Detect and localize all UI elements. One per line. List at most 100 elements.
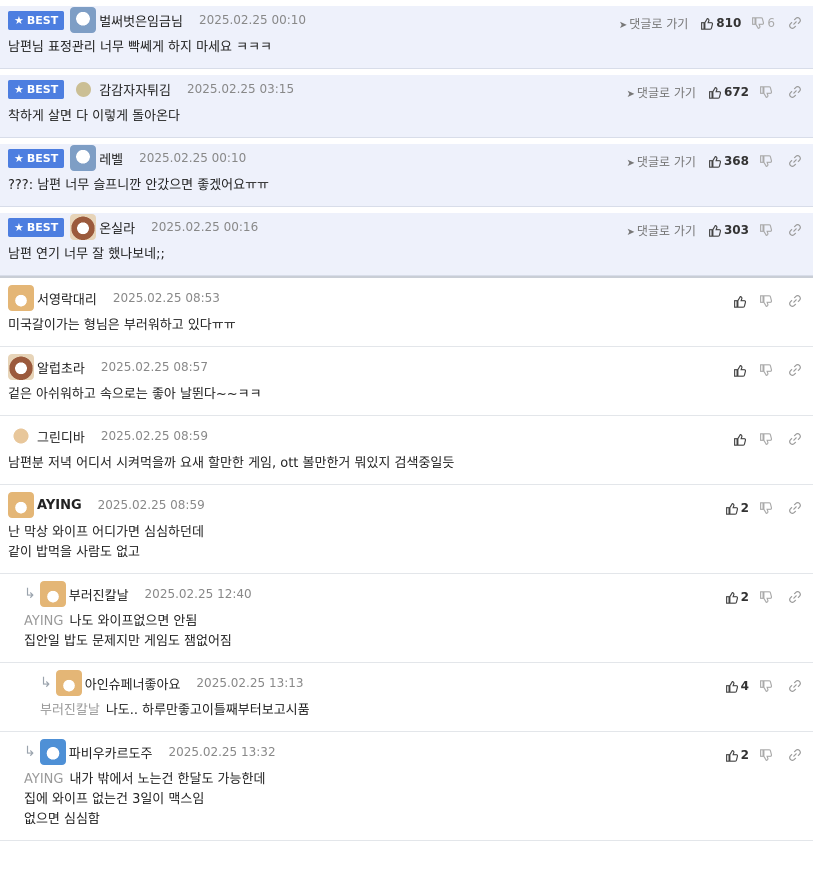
best-badge: ★ BEST [8,217,65,237]
avatar-fox-icon[interactable] [39,581,66,607]
like-count: 303 [723,223,749,237]
like-button[interactable] [733,364,749,377]
comment-line: 같이 밥먹을 사람도 없고 [8,543,801,563]
comment-text: 나도 와이프없으면 안됨 [69,614,198,629]
like-button[interactable]: 2 [725,748,749,762]
comment-text: 같이 밥먹을 사람도 없고 [8,545,140,560]
dislike-button[interactable] [759,294,775,308]
comment-line: 남편 연기 너무 잘 했나보네;; [8,245,801,265]
goto-comment-link[interactable]: ➤ 댓글로 가기 [627,222,696,239]
dislike-button[interactable] [759,748,775,762]
comment-date: 2025.02.25 08:59 [100,429,208,443]
comment-text: 남편분 저녁 어디서 시켜먹을까 요새 할만한 게임, ott 볼만한거 뭐있지… [8,456,455,471]
link-icon[interactable] [789,591,801,603]
comment-header: ↳ ★BEST 아인슈페너좋아요 2025.02.25 13:13 [40,669,801,697]
dislike-button[interactable] [759,590,775,604]
avatar-dot-icon[interactable] [70,76,96,102]
link-icon[interactable] [789,680,801,692]
avatar-fox-icon[interactable] [8,285,34,311]
comment-actions: ➤댓글로 가기 [733,361,801,379]
comment-text: 난 막상 와이프 어디가면 심심하던데 [8,525,204,540]
star-icon: ★ [14,13,24,27]
link-icon[interactable] [789,224,801,236]
best-badge: ★ BEST [8,148,65,168]
like-count: 2 [740,590,749,604]
avatar-dog-icon[interactable] [8,354,34,380]
comment-actions: ➤ 댓글로 가기 368 [627,152,801,170]
nickname[interactable]: 아인슈페너좋아요 [85,674,181,693]
comment-text: 미국갈이가는 형님은 부러워하고 있다ㅠㅠ [8,318,236,333]
like-button[interactable] [733,295,749,308]
comment-body: ???: 남편 너무 슬프니깐 안갔으면 좋겠어요ㅠㅠ [8,172,801,206]
link-icon[interactable] [789,749,801,761]
like-button[interactable]: 2 [725,590,749,604]
send-arrow-icon: ➤ [618,19,628,31]
comment-item: ↳ ★BEST 레벨 2025.02.25 00:10 ➤댓글로 가기 368 … [0,144,813,207]
dislike-button[interactable] [759,363,775,377]
reply-target[interactable]: AYING [24,772,63,787]
dislike-button[interactable] [759,85,775,99]
comment-header: ↳ ★BEST 파비우카르도주 2025.02.25 13:32 [24,738,801,766]
nickname[interactable]: 부러진칼날 [69,585,129,604]
reply-target[interactable]: AYING [24,614,63,629]
comment-item: ↳ ★BEST 서영락대리 2025.02.25 08:53 ➤댓글로 가기 미… [0,284,813,347]
like-button[interactable]: 810 [700,16,741,30]
dislike-button[interactable] [759,154,775,168]
thumb-up-icon [725,680,738,693]
dislike-button[interactable] [759,679,775,693]
avatar-bear-icon[interactable] [70,145,97,171]
nickname[interactable]: 레벨 [99,149,123,168]
link-icon[interactable] [789,17,801,29]
nickname[interactable]: 서영락대리 [37,289,97,308]
link-icon[interactable] [789,295,801,307]
dislike-button[interactable]: 6 [751,16,775,30]
comment-date: 2025.02.25 00:16 [151,220,259,234]
like-count: 2 [740,501,749,515]
nickname[interactable]: AYING [37,498,82,513]
avatar-dog-icon[interactable] [70,214,97,240]
comment-body: AYING 내가 밖에서 노는건 한달도 가능한데 집에 와이프 없는건 3일이 맥… [24,766,801,840]
avatar-fox-icon[interactable] [8,492,34,518]
link-icon[interactable] [789,364,801,376]
nickname[interactable]: 벌써벗은임금님 [99,11,183,30]
link-icon[interactable] [789,155,801,167]
comment-date: 2025.02.25 00:10 [198,13,307,27]
thumb-up-icon [725,591,738,604]
like-button[interactable] [733,433,749,446]
nickname[interactable]: 감감자자튀김 [99,80,171,99]
like-button[interactable]: 672 [708,85,749,99]
comment-text: 나도.. 하루만좋고이틀째부터보고시품 [105,703,310,718]
send-arrow-icon: ➤ [626,157,635,169]
thumb-up-icon [734,433,746,446]
link-icon[interactable] [789,502,801,514]
comment-item: ↳ ★BEST 온실라 2025.02.25 00:16 ➤댓글로 가기 303… [0,213,813,276]
best-label: BEST [26,220,59,234]
link-icon[interactable] [789,433,801,445]
reply-target[interactable]: 부러진칼날 [40,703,100,718]
nickname[interactable]: 파비우카르도주 [69,743,153,762]
comment-item: ↳ ★BEST 파비우카르도주 2025.02.25 13:32 ➤댓글로 가기… [0,738,813,841]
goto-comment-link[interactable]: ➤ 댓글로 가기 [627,153,696,170]
like-button[interactable]: 4 [725,679,749,693]
avatar-blue-icon[interactable] [39,739,66,765]
thumb-up-icon [708,155,721,168]
avatar-fox-icon[interactable] [55,670,82,696]
goto-comment-link[interactable]: ➤ 댓글로 가기 [627,84,696,101]
goto-label: 댓글로 가기 [636,85,696,100]
nickname[interactable]: 알럽초라 [37,358,85,377]
dislike-button[interactable] [759,223,775,237]
comment-actions: ➤댓글로 가기 2 [725,499,801,517]
like-button[interactable]: 2 [725,501,749,515]
nickname[interactable]: 그린디바 [37,427,85,446]
like-button[interactable]: 368 [708,154,749,168]
avatar-pup-icon[interactable] [8,423,34,449]
dislike-button[interactable] [759,501,775,515]
comment-actions: ➤댓글로 가기 [733,430,801,448]
avatar-bear-icon[interactable] [70,7,97,33]
link-icon[interactable] [789,86,801,98]
like-button[interactable]: 303 [708,223,749,237]
dislike-button[interactable] [759,432,775,446]
goto-comment-link[interactable]: ➤ 댓글로 가기 [619,15,688,32]
nickname[interactable]: 온실라 [99,218,135,237]
comment-item: ↳ ★BEST 감감자자튀김 2025.02.25 03:15 ➤댓글로 가기 … [0,75,813,138]
